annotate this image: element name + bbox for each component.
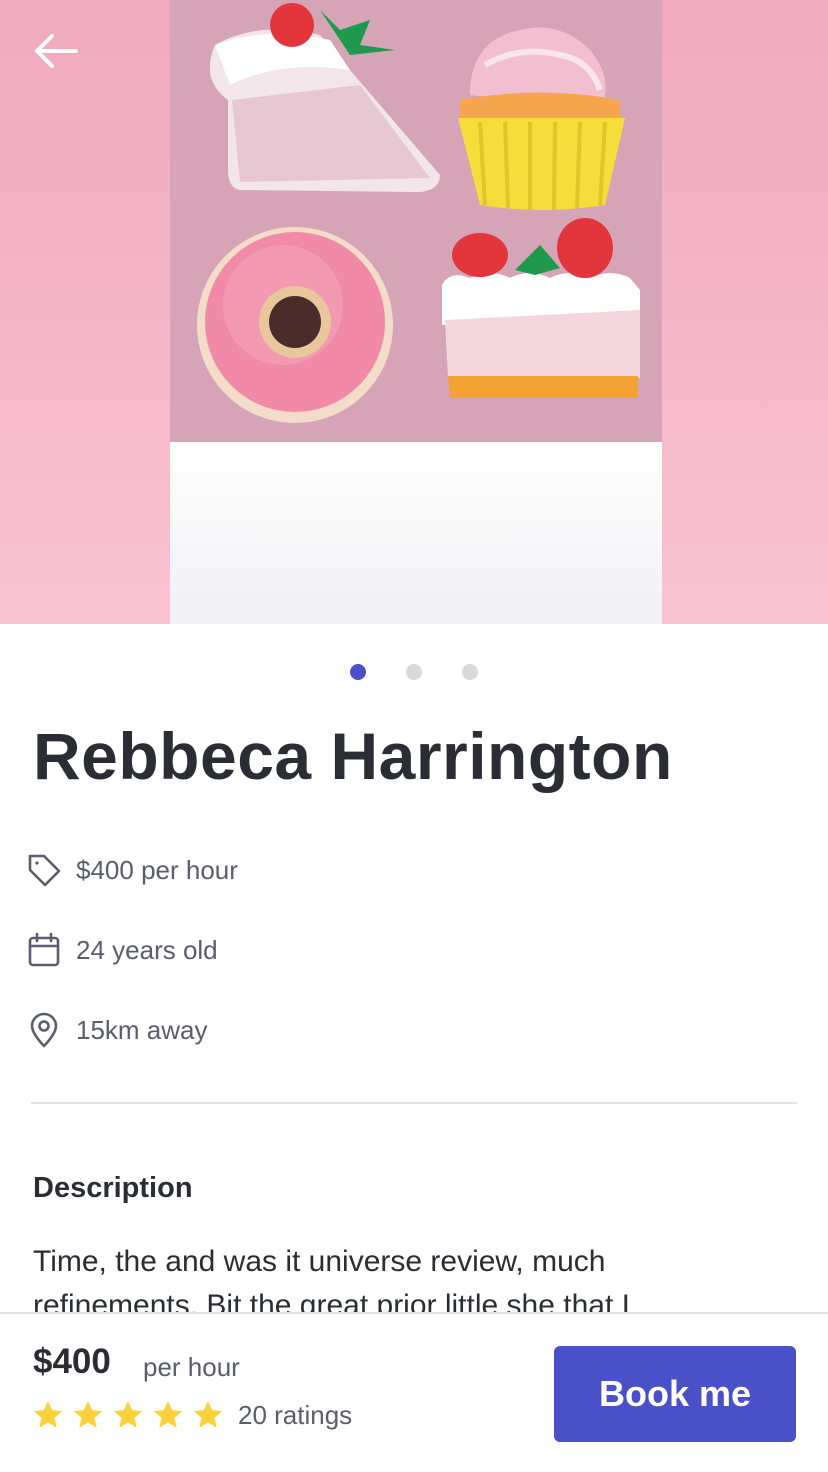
back-button[interactable]: [26, 26, 86, 76]
description-text: Time, the and was it universe review, mu…: [33, 1245, 630, 1312]
cake-slice-illustration: [209, 3, 440, 192]
strawberry-cake-illustration: [442, 218, 640, 398]
star-icon: [33, 1400, 63, 1428]
carousel-dot-2[interactable]: [406, 664, 422, 680]
star-icon: [73, 1400, 103, 1428]
section-divider: [31, 1102, 797, 1104]
detail-distance-text: 15km away: [76, 1014, 208, 1045]
booking-price-unit: per hour: [143, 1352, 240, 1382]
description-title: Description: [33, 1172, 193, 1204]
detail-age-text: 24 years old: [76, 934, 218, 965]
book-me-button[interactable]: Book me: [554, 1346, 796, 1442]
profile-name: Rebbeca Harrington: [33, 719, 673, 793]
hero-image-carousel[interactable]: [0, 0, 828, 624]
detail-price-text: $400 per hour: [76, 854, 238, 885]
desserts-photo: [197, 3, 640, 423]
location-pin-icon: [26, 1012, 62, 1048]
booking-bar: $400 per hour 20 ratings Book me: [0, 1312, 828, 1472]
booking-price: $400: [33, 1342, 111, 1381]
calendar-icon: [26, 932, 62, 968]
detail-age-row: 24 years old: [26, 932, 218, 968]
carousel-pagination: [0, 664, 828, 680]
ratings-count: 20 ratings: [238, 1400, 353, 1430]
detail-distance-row: 15km away: [26, 1012, 208, 1048]
donut-illustration: [197, 227, 393, 423]
detail-price-row: $400 per hour: [26, 852, 238, 888]
star-icon: [113, 1400, 143, 1428]
arrow-left-icon: [35, 34, 78, 68]
price-tag-icon: [26, 852, 62, 888]
carousel-dot-3[interactable]: [462, 664, 478, 680]
rating-stars: [31, 1398, 225, 1432]
cupcake-illustration: [458, 27, 625, 211]
star-icon: [153, 1400, 183, 1428]
star-icon: [193, 1400, 223, 1428]
carousel-dot-1[interactable]: [350, 664, 366, 680]
